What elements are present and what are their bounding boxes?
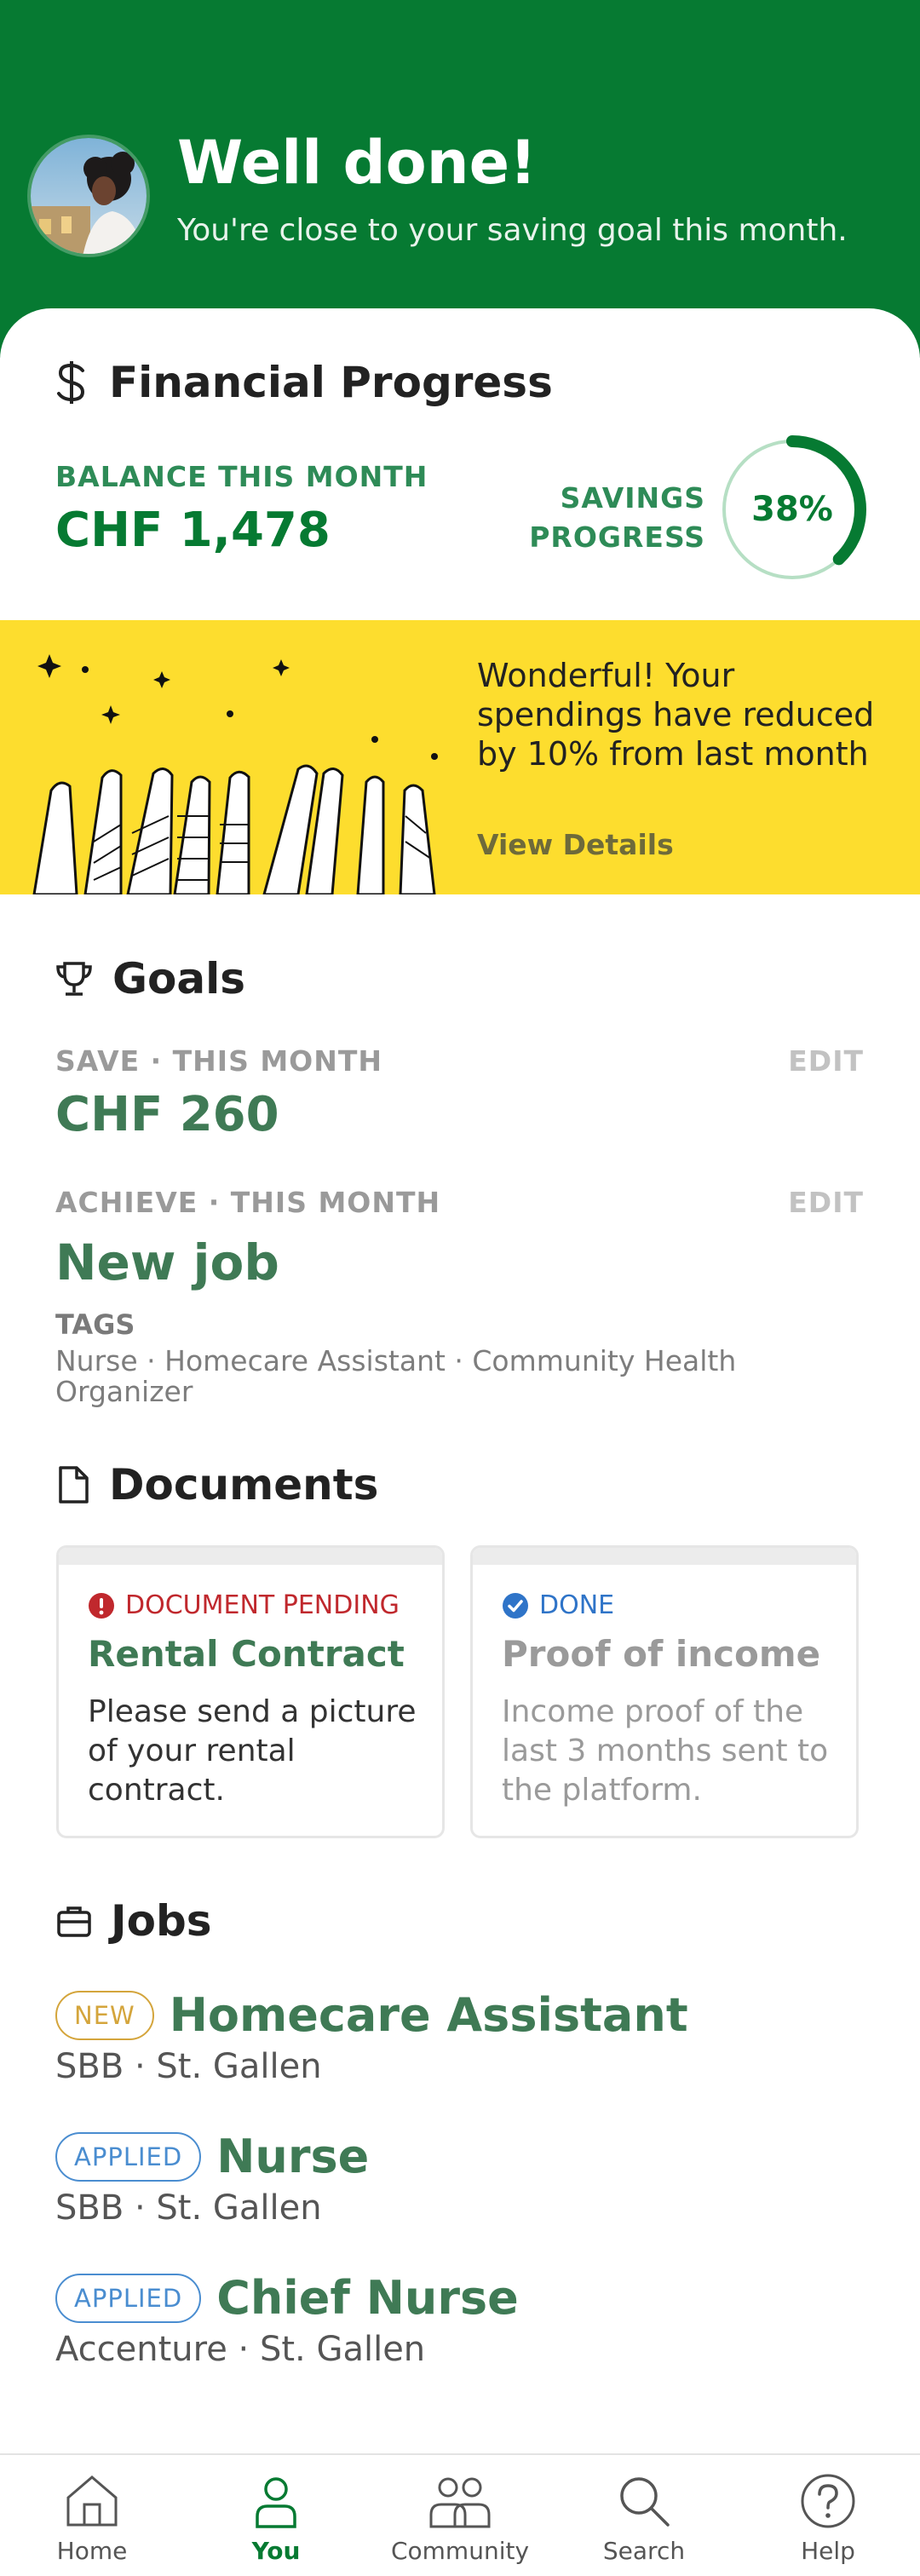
- header: Well done! You're close to your saving g…: [0, 0, 920, 358]
- goal-save-edit-button[interactable]: EDIT: [788, 1044, 864, 1078]
- job-badge-applied: APPLIED: [55, 2273, 202, 2323]
- documents-label: Documents: [109, 1460, 379, 1509]
- banner-message: Wonderful! Your spendings have reduced b…: [477, 657, 875, 773]
- person-icon: [256, 2477, 296, 2528]
- document-card-rental[interactable]: DOCUMENT PENDING Rental Contract Please …: [56, 1545, 445, 1838]
- goals-label: Goals: [112, 954, 246, 1003]
- job-item-chief-nurse[interactable]: APPLIED Chief Nurse Accenture · St. Gall…: [55, 2271, 519, 2369]
- job-subtitle: SBB · St. Gallen: [55, 2188, 322, 2228]
- tab-home-label: Home: [56, 2537, 128, 2565]
- job-badge-new: NEW: [55, 1990, 154, 2040]
- job-badge-applied: APPLIED: [55, 2131, 202, 2182]
- promo-banner[interactable]: Wonderful! Your spendings have reduced b…: [0, 620, 920, 894]
- savings-progress-label: SAVINGS PROGRESS: [529, 479, 705, 557]
- document-title: Rental Contract: [88, 1633, 405, 1675]
- view-details-link[interactable]: View Details: [477, 828, 674, 861]
- tab-home[interactable]: Home: [0, 2455, 184, 2576]
- card-topbar: [59, 1548, 442, 1565]
- document-status-done: DONE: [502, 1590, 614, 1620]
- tab-help[interactable]: Help: [736, 2455, 920, 2576]
- job-item-homecare[interactable]: NEW Homecare Assistant SBB · St. Gallen: [55, 1988, 688, 2086]
- document-status-pending: DOCUMENT PENDING: [88, 1590, 400, 1620]
- check-circle-icon: [503, 1592, 528, 1619]
- tab-community[interactable]: Community: [368, 2455, 552, 2576]
- trophy-icon: [56, 962, 92, 996]
- balance-value: CHF 1,478: [55, 503, 331, 558]
- balance-label: BALANCE THIS MONTH: [55, 460, 428, 493]
- goal-achieve-label: ACHIEVE · THIS MONTH: [55, 1186, 441, 1219]
- goal-achieve-value: New job: [55, 1233, 279, 1291]
- help-icon: [801, 2474, 855, 2528]
- document-icon: [59, 1466, 89, 1504]
- job-item-nurse[interactable]: APPLIED Nurse SBB · St. Gallen: [55, 2130, 369, 2228]
- briefcase-icon: [57, 1906, 91, 1937]
- card-topbar: [473, 1548, 856, 1565]
- tags-list: Nurse · Homecare Assistant · Community H…: [55, 1344, 737, 1408]
- jobs-label: Jobs: [111, 1896, 212, 1946]
- tab-search[interactable]: Search: [552, 2455, 736, 2576]
- job-title: Chief Nurse: [216, 2271, 519, 2325]
- savings-label-line2: PROGRESS: [529, 520, 705, 554]
- financial-progress-title: Financial Progress: [53, 358, 553, 407]
- savings-percent: 38%: [751, 490, 833, 529]
- document-status-label: DOCUMENT PENDING: [125, 1590, 400, 1620]
- header-title: Well done!: [177, 128, 537, 198]
- document-card-income[interactable]: DONE Proof of income Income proof of the…: [470, 1545, 859, 1838]
- jobs-title: Jobs: [56, 1896, 212, 1946]
- job-title: Homecare Assistant: [169, 1988, 688, 2042]
- document-status-label: DONE: [539, 1590, 615, 1620]
- tags-label: TAGS: [55, 1308, 135, 1341]
- header-subtitle: You're close to your saving goal this mo…: [177, 213, 848, 248]
- tab-search-label: Search: [602, 2537, 686, 2565]
- goal-achieve-edit-button[interactable]: EDIT: [788, 1186, 864, 1219]
- celebration-hands-illustration: [32, 654, 438, 894]
- goal-save-label: SAVE · THIS MONTH: [55, 1044, 382, 1078]
- document-title: Proof of income: [502, 1633, 821, 1675]
- community-icon: [429, 2477, 491, 2528]
- savings-label-line1: SAVINGS: [560, 481, 705, 515]
- job-subtitle: Accenture · St. Gallen: [55, 2330, 426, 2369]
- dollar-icon: [57, 361, 85, 404]
- tab-help-label: Help: [801, 2537, 855, 2565]
- tab-you[interactable]: You: [184, 2455, 368, 2576]
- goal-save-value: CHF 260: [55, 1087, 279, 1142]
- tab-you-label: You: [251, 2537, 301, 2565]
- search-icon: [620, 2477, 670, 2527]
- goals-title: Goals: [55, 954, 245, 1003]
- bottom-tab-bar: Home You Community Search Help: [0, 2453, 920, 2576]
- financial-progress-label: Financial Progress: [109, 358, 553, 407]
- job-title: Nurse: [216, 2130, 370, 2183]
- avatar[interactable]: [27, 135, 150, 257]
- document-description: Income proof of the last 3 months sent t…: [502, 1694, 829, 1808]
- documents-title: Documents: [56, 1460, 378, 1509]
- home-icon: [66, 2475, 118, 2527]
- alert-icon: [89, 1592, 114, 1619]
- tab-community-label: Community: [390, 2537, 530, 2565]
- document-description: Please send a picture of your rental con…: [88, 1694, 417, 1808]
- job-subtitle: SBB · St. Gallen: [55, 2047, 322, 2086]
